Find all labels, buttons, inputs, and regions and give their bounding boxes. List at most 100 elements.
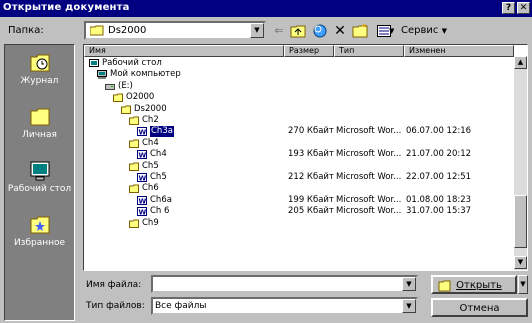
word-doc-icon: W: [137, 195, 147, 205]
item-name: Мой компьютер: [110, 69, 181, 80]
column-header-modified[interactable]: Изменен: [404, 45, 514, 57]
item-name: Ch5: [142, 160, 159, 171]
list-item[interactable]: W Ch5 212 Кбайт Microsoft Wor... 22.07.00 12…: [84, 172, 514, 183]
window-title: Открытие документа: [3, 2, 130, 13]
item-name: Рабочий стол: [102, 58, 162, 68]
cancel-button[interactable]: Отмена: [431, 298, 528, 317]
history-icon: [30, 54, 49, 72]
filename-label: Имя файла:: [86, 280, 142, 290]
open-label: Открыть: [456, 280, 502, 291]
scroll-thumb[interactable]: [514, 195, 527, 248]
svg-text:W: W: [139, 129, 147, 137]
place-personal[interactable]: Личная: [5, 107, 74, 140]
item-name: Ch6a: [150, 194, 172, 205]
place-history[interactable]: Журнал: [5, 53, 74, 86]
item-name: O2000: [126, 92, 155, 103]
service-menu[interactable]: Сервис ▼: [401, 25, 447, 36]
item-modified: 06.07.00 12:16: [406, 126, 472, 137]
item-type: Microsoft Wor...: [336, 172, 402, 182]
place-desktop[interactable]: Рабочий стол: [5, 161, 74, 194]
views-icon[interactable]: ▼: [371, 22, 397, 40]
item-size: 193 Кбайт: [288, 149, 334, 160]
column-header-type[interactable]: Тип: [334, 45, 404, 57]
folder-icon: [129, 162, 139, 171]
scroll-down-button[interactable]: ▼: [514, 256, 527, 269]
drive-icon: [105, 83, 115, 90]
item-name: Ch2: [142, 115, 159, 125]
new-folder-icon[interactable]: [351, 22, 369, 40]
folder-label: Папка:: [8, 25, 44, 36]
search-web-icon[interactable]: [311, 22, 329, 40]
item-type: Microsoft Wor...: [336, 206, 402, 217]
folder-icon: [113, 93, 123, 103]
close-button[interactable]: ✕: [517, 2, 530, 14]
list-item[interactable]: Ch9: [84, 218, 514, 229]
item-name: Ch3a: [150, 126, 174, 138]
item-name: Ch 6: [150, 206, 170, 217]
open-button[interactable]: Открыть: [431, 275, 517, 294]
list-item[interactable]: Ch2: [84, 115, 514, 126]
item-size: 212 Кбайт: [288, 172, 334, 182]
folder-icon: [129, 184, 139, 194]
scroll-up-button[interactable]: ▲: [514, 56, 527, 69]
svg-text:W: W: [139, 175, 147, 183]
title-bar: Открытие документа ? ✕: [0, 0, 532, 17]
column-header-name[interactable]: Имя: [84, 45, 284, 57]
desktop-icon: [30, 161, 49, 181]
item-type: Microsoft Wor...: [336, 194, 402, 205]
place-label: Рабочий стол: [7, 184, 72, 194]
folder-combobox[interactable]: Ds2000 ▼: [84, 21, 266, 40]
service-label: Сервис: [401, 25, 439, 36]
folder-icon: [129, 116, 139, 125]
column-header-size[interactable]: Размер: [284, 45, 334, 57]
word-doc-icon: W: [137, 150, 147, 160]
svg-text:W: W: [139, 197, 147, 205]
delete-icon[interactable]: ✕: [331, 22, 349, 40]
filetype-select[interactable]: Все файлы ▼: [151, 297, 418, 315]
folder-value: Ds2000: [108, 25, 147, 36]
open-dropdown-button[interactable]: ▼: [518, 275, 528, 294]
filetype-dropdown-button[interactable]: ▼: [402, 299, 416, 313]
list-item[interactable]: Мой компьютер: [84, 69, 514, 80]
list-item[interactable]: Ch6: [84, 183, 514, 194]
item-name: Ch4: [142, 137, 159, 148]
word-doc-icon: W: [137, 127, 147, 137]
back-icon[interactable]: ⇐: [270, 22, 288, 40]
place-favorites[interactable]: Избранное: [5, 215, 74, 248]
item-modified: 22.07.00 12:51: [406, 172, 472, 182]
word-doc-icon: W: [137, 207, 147, 217]
list-item[interactable]: W Ch 6 205 Кбайт Microsoft Wor... 31.07.00 1…: [84, 206, 514, 217]
open-folder-icon: [438, 280, 451, 292]
svg-text:W: W: [139, 209, 147, 217]
place-label: Избранное: [13, 238, 66, 248]
list-item[interactable]: Ch5: [84, 161, 514, 172]
item-modified: 31.07.00 15:37: [406, 206, 472, 217]
file-list[interactable]: Имя Размер Тип Изменен Рабочий стол Мой к…: [83, 44, 528, 271]
places-bar: Журнал Личная Рабочий стол Избранное: [4, 44, 75, 321]
chevron-down-icon: ▼: [441, 27, 447, 35]
vertical-scrollbar[interactable]: ▲ ▼: [514, 56, 527, 270]
folder-dropdown-button[interactable]: ▼: [250, 23, 264, 38]
list-item[interactable]: W Ch3a 270 Кбайт Microsoft Wor... 06.07.00 1…: [84, 126, 514, 138]
list-item[interactable]: W Ch6a 199 Кбайт Microsoft Wor... 01.08.00 1…: [84, 195, 514, 206]
favorites-icon: [30, 216, 49, 234]
list-item[interactable]: O2000: [84, 92, 514, 103]
item-modified: 01.08.00 18:23: [406, 194, 472, 205]
folder-icon: [90, 25, 104, 36]
list-item[interactable]: Рабочий стол: [84, 58, 514, 69]
list-item[interactable]: W Ch4 193 Кбайт Microsoft Wor... 21.07.00 20…: [84, 149, 514, 160]
list-item[interactable]: (E:): [84, 81, 514, 92]
computer-icon: [97, 70, 107, 80]
folder-icon: [129, 219, 139, 228]
help-button[interactable]: ?: [502, 2, 515, 14]
item-name: Ch5: [150, 172, 167, 182]
place-label: Личная: [22, 130, 57, 140]
up-folder-icon[interactable]: [289, 22, 307, 40]
filename-dropdown-button[interactable]: ▼: [402, 277, 416, 291]
list-item[interactable]: Ch4: [84, 138, 514, 149]
filename-input[interactable]: ▼: [151, 275, 418, 293]
svg-text:W: W: [139, 152, 147, 160]
item-name: Ch6: [142, 183, 159, 194]
list-item[interactable]: Ds2000: [84, 104, 514, 115]
item-modified: 21.07.00 20:12: [406, 149, 472, 160]
